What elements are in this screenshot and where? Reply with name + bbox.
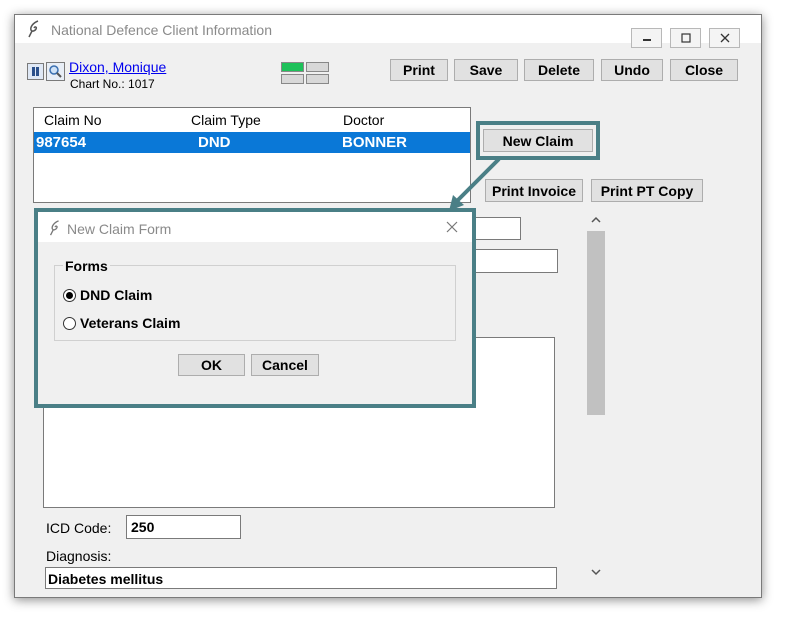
dialog-highlight xyxy=(34,208,476,408)
